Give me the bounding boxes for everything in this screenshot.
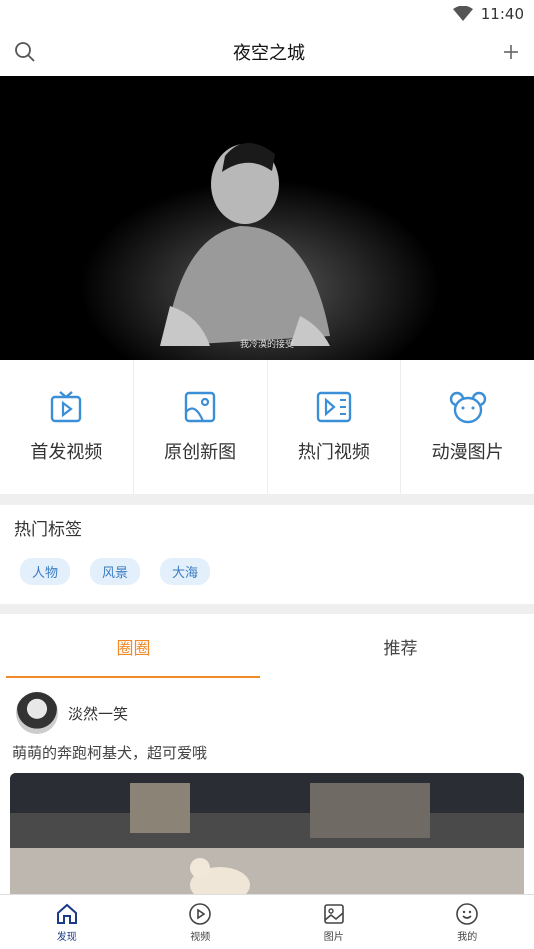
nav-pictures[interactable]: 图片 <box>267 895 401 949</box>
video-subtitle: 我冷漠的接受 <box>239 340 294 350</box>
title-bar: 夜空之城 <box>0 28 534 76</box>
video-list-icon <box>316 391 352 423</box>
quick-link-first-video[interactable]: 首发视频 <box>0 360 134 494</box>
post-image[interactable] <box>10 773 524 903</box>
bottom-nav: 发现 视频 图片 我的 <box>0 894 534 949</box>
tv-play-icon <box>51 391 82 423</box>
page-title: 夜空之城 <box>233 43 305 64</box>
quick-link-hot-video[interactable]: 热门视频 <box>268 360 402 494</box>
nav-video[interactable]: 视频 <box>134 895 268 949</box>
tag-list: 人物 风景 大海 <box>14 558 520 585</box>
quick-link-label: 热门视频 <box>297 442 370 463</box>
quick-links: 首发视频 原创新图 热门视频 动漫图片 <box>0 360 534 495</box>
home-icon <box>56 903 77 924</box>
section-divider <box>0 495 534 505</box>
bear-icon <box>449 391 486 424</box>
post-header: 淡然一笑 <box>10 692 524 734</box>
active-tab-indicator <box>6 676 260 678</box>
quick-link-original-pics[interactable]: 原创新图 <box>134 360 268 494</box>
nav-discover[interactable]: 发现 <box>0 895 134 949</box>
tab-circle[interactable]: 圈圈 <box>0 614 267 678</box>
section-divider <box>0 604 534 614</box>
wifi-icon <box>452 6 473 21</box>
nav-label: 图片 <box>323 931 344 943</box>
feed-post[interactable]: 淡然一笑 萌萌的奔跑柯基犬，超可爱哦 <box>0 692 534 903</box>
post-username[interactable]: 淡然一笑 <box>68 703 128 724</box>
search-icon[interactable] <box>14 41 36 63</box>
post-text: 萌萌的奔跑柯基犬，超可爱哦 <box>12 744 208 762</box>
tag-chip[interactable]: 大海 <box>160 558 211 585</box>
post-photo <box>10 773 524 903</box>
quick-link-anime-pics[interactable]: 动漫图片 <box>401 360 534 494</box>
tag-chip[interactable]: 风景 <box>90 558 141 585</box>
smiley-icon <box>456 902 479 925</box>
picture-icon <box>184 391 216 423</box>
status-time: 11:40 <box>480 5 524 23</box>
quick-link-label: 首发视频 <box>30 442 103 463</box>
tab-recommend[interactable]: 推荐 <box>267 614 534 678</box>
image-icon <box>323 903 344 924</box>
play-circle-icon <box>189 902 212 925</box>
status-bar: 11:40 <box>0 0 534 28</box>
tag-chip[interactable]: 人物 <box>20 558 71 585</box>
quick-link-label: 原创新图 <box>164 442 237 463</box>
nav-label: 我的 <box>457 931 478 943</box>
banner-video[interactable]: 我冷漠的接受 <box>0 76 534 360</box>
hot-tags-section: 热门标签 人物 风景 大海 <box>0 505 534 604</box>
nav-label: 发现 <box>56 931 77 943</box>
avatar[interactable] <box>16 692 58 734</box>
hot-tags-title: 热门标签 <box>14 520 82 540</box>
quick-link-label: 动漫图片 <box>431 442 504 463</box>
banner-image <box>0 76 534 360</box>
add-icon[interactable] <box>502 43 520 61</box>
nav-mine[interactable]: 我的 <box>401 895 534 949</box>
feed-tabs: 圈圈 推荐 <box>0 614 534 678</box>
nav-label: 视频 <box>190 931 211 943</box>
